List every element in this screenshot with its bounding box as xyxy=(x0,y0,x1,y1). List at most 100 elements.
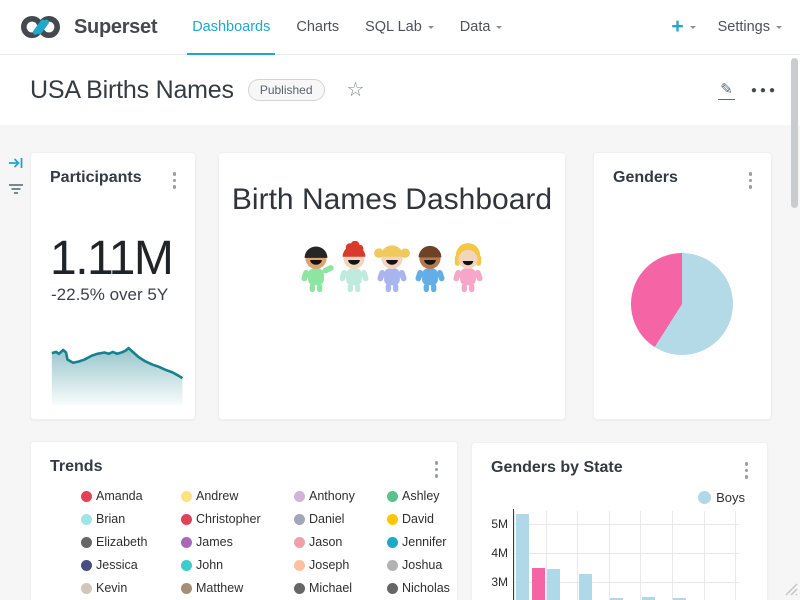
dashboard-title-bar: USA Births Names Published ☆ ✎ ●●● xyxy=(0,55,800,125)
gridline xyxy=(514,511,515,600)
nav-tab-dashboards[interactable]: Dashboards xyxy=(179,0,283,55)
legend-swatch xyxy=(81,514,92,525)
genders-card: Genders xyxy=(593,152,772,420)
new-item-button[interactable]: + xyxy=(671,15,695,39)
legend-label: Amanda xyxy=(96,489,143,503)
legend-label: Joseph xyxy=(309,558,349,572)
legend-label: Jason xyxy=(309,535,342,549)
expand-filter-bar-button[interactable] xyxy=(8,155,24,176)
legend-label: Elizabeth xyxy=(96,535,147,549)
legend-label: John xyxy=(196,558,223,572)
nav-tab-sql-lab[interactable]: SQL Lab xyxy=(352,0,447,55)
legend-swatch xyxy=(698,491,711,504)
legend-item[interactable]: Ashley xyxy=(387,489,450,503)
bar-girls[interactable] xyxy=(532,568,545,600)
legend-item[interactable]: Christopher xyxy=(181,512,276,526)
participants-sparkline-chart[interactable] xyxy=(49,341,191,405)
legend-swatch xyxy=(387,514,398,525)
legend-item-boys[interactable]: Boys xyxy=(698,490,745,505)
legend-label: Brian xyxy=(96,512,125,526)
legend-label: Ashley xyxy=(402,489,440,503)
legend-swatch xyxy=(387,583,398,594)
legend-item[interactable]: Andrew xyxy=(181,489,276,503)
kebab-menu-icon[interactable] xyxy=(432,458,442,481)
legend-item[interactable]: Matthew xyxy=(181,581,276,595)
favorite-star-icon[interactable]: ☆ xyxy=(347,80,365,100)
gridline xyxy=(735,511,736,600)
trends-legend: Amanda Andrew Anthony Ashley Brian Christophe… xyxy=(81,489,443,600)
settings-menu[interactable]: Settings xyxy=(718,19,782,35)
card-title: Trends xyxy=(50,458,102,476)
legend-item[interactable]: Anthony xyxy=(294,489,369,503)
card-title: Genders by State xyxy=(491,459,623,477)
edit-pencil-icon[interactable]: ✎ xyxy=(718,80,735,100)
legend-swatch xyxy=(294,537,305,548)
legend-item[interactable]: Brian xyxy=(81,512,163,526)
legend-item[interactable]: Jennifer xyxy=(387,535,450,549)
brand-name: Superset xyxy=(74,16,157,39)
legend-label: Jennifer xyxy=(402,535,446,549)
legend-swatch xyxy=(181,560,192,571)
kids-illustration xyxy=(219,241,565,299)
legend-label: Christopher xyxy=(196,512,261,526)
y-axis-tick-label: 3M xyxy=(474,575,508,589)
gridline xyxy=(513,524,739,525)
legend-item[interactable]: Jessica xyxy=(81,558,163,572)
legend-swatch xyxy=(181,537,192,548)
superset-infinity-icon xyxy=(18,14,66,40)
legend-label: Jessica xyxy=(96,558,138,572)
resize-handle-icon[interactable] xyxy=(780,578,798,600)
legend-swatch xyxy=(294,514,305,525)
legend-swatch xyxy=(387,560,398,571)
legend-item[interactable]: Joshua xyxy=(387,558,450,572)
bar-boys[interactable] xyxy=(516,514,529,600)
kebab-menu-icon[interactable] xyxy=(742,459,752,482)
filter-funnel-button[interactable] xyxy=(8,182,24,201)
legend-label: James xyxy=(196,535,233,549)
card-title: Participants xyxy=(50,169,142,187)
legend-item[interactable]: Jason xyxy=(294,535,369,549)
legend-item[interactable]: Nicholas xyxy=(387,581,450,595)
chevron-down-icon xyxy=(776,26,782,32)
filter-lines-icon xyxy=(8,182,24,196)
title-actions: ✎ ●●● xyxy=(718,80,778,100)
legend-label: Joshua xyxy=(402,558,442,572)
legend-label: Michael xyxy=(309,581,352,595)
bar-boys[interactable] xyxy=(579,574,592,600)
kebab-menu-icon[interactable] xyxy=(170,169,180,192)
nav-tab-charts[interactable]: Charts xyxy=(283,0,352,55)
ellipsis-menu-icon[interactable]: ●●● xyxy=(751,85,778,96)
gridline xyxy=(640,511,641,600)
legend-item[interactable]: Daniel xyxy=(294,512,369,526)
legend-label: Andrew xyxy=(196,489,238,503)
vertical-scrollbar-thumb[interactable] xyxy=(791,58,798,208)
legend-item[interactable]: Elizabeth xyxy=(81,535,163,549)
kebab-menu-icon[interactable] xyxy=(746,169,756,192)
legend-swatch xyxy=(81,583,92,594)
legend-label: Matthew xyxy=(196,581,243,595)
legend-item[interactable]: James xyxy=(181,535,276,549)
y-axis-line xyxy=(513,509,514,600)
gridline xyxy=(704,511,705,600)
legend-item[interactable]: Amanda xyxy=(81,489,163,503)
y-axis-tick-label: 5M xyxy=(474,517,508,531)
legend-item[interactable]: Michael xyxy=(294,581,369,595)
navbar-right: + Settings xyxy=(671,15,782,39)
legend-item[interactable]: Kevin xyxy=(81,581,163,595)
published-badge[interactable]: Published xyxy=(248,79,325,101)
legend-swatch xyxy=(181,491,192,502)
legend-item[interactable]: David xyxy=(387,512,450,526)
bar-boys[interactable] xyxy=(547,569,560,600)
gridline xyxy=(672,511,673,600)
legend-label: Daniel xyxy=(309,512,344,526)
arrow-right-to-bar-icon xyxy=(8,155,24,171)
legend-item[interactable]: John xyxy=(181,558,276,572)
nav-tab-data[interactable]: Data xyxy=(447,0,516,55)
superset-dashboard-page: Superset Dashboards Charts SQL Lab Data … xyxy=(0,0,800,600)
legend-label: Kevin xyxy=(96,581,127,595)
markdown-header-card: Birth Names Dashboard xyxy=(218,152,566,420)
superset-logo[interactable]: Superset xyxy=(18,14,157,40)
genders-pie-chart[interactable] xyxy=(631,253,733,355)
legend-item[interactable]: Joseph xyxy=(294,558,369,572)
chevron-down-icon xyxy=(496,26,502,32)
